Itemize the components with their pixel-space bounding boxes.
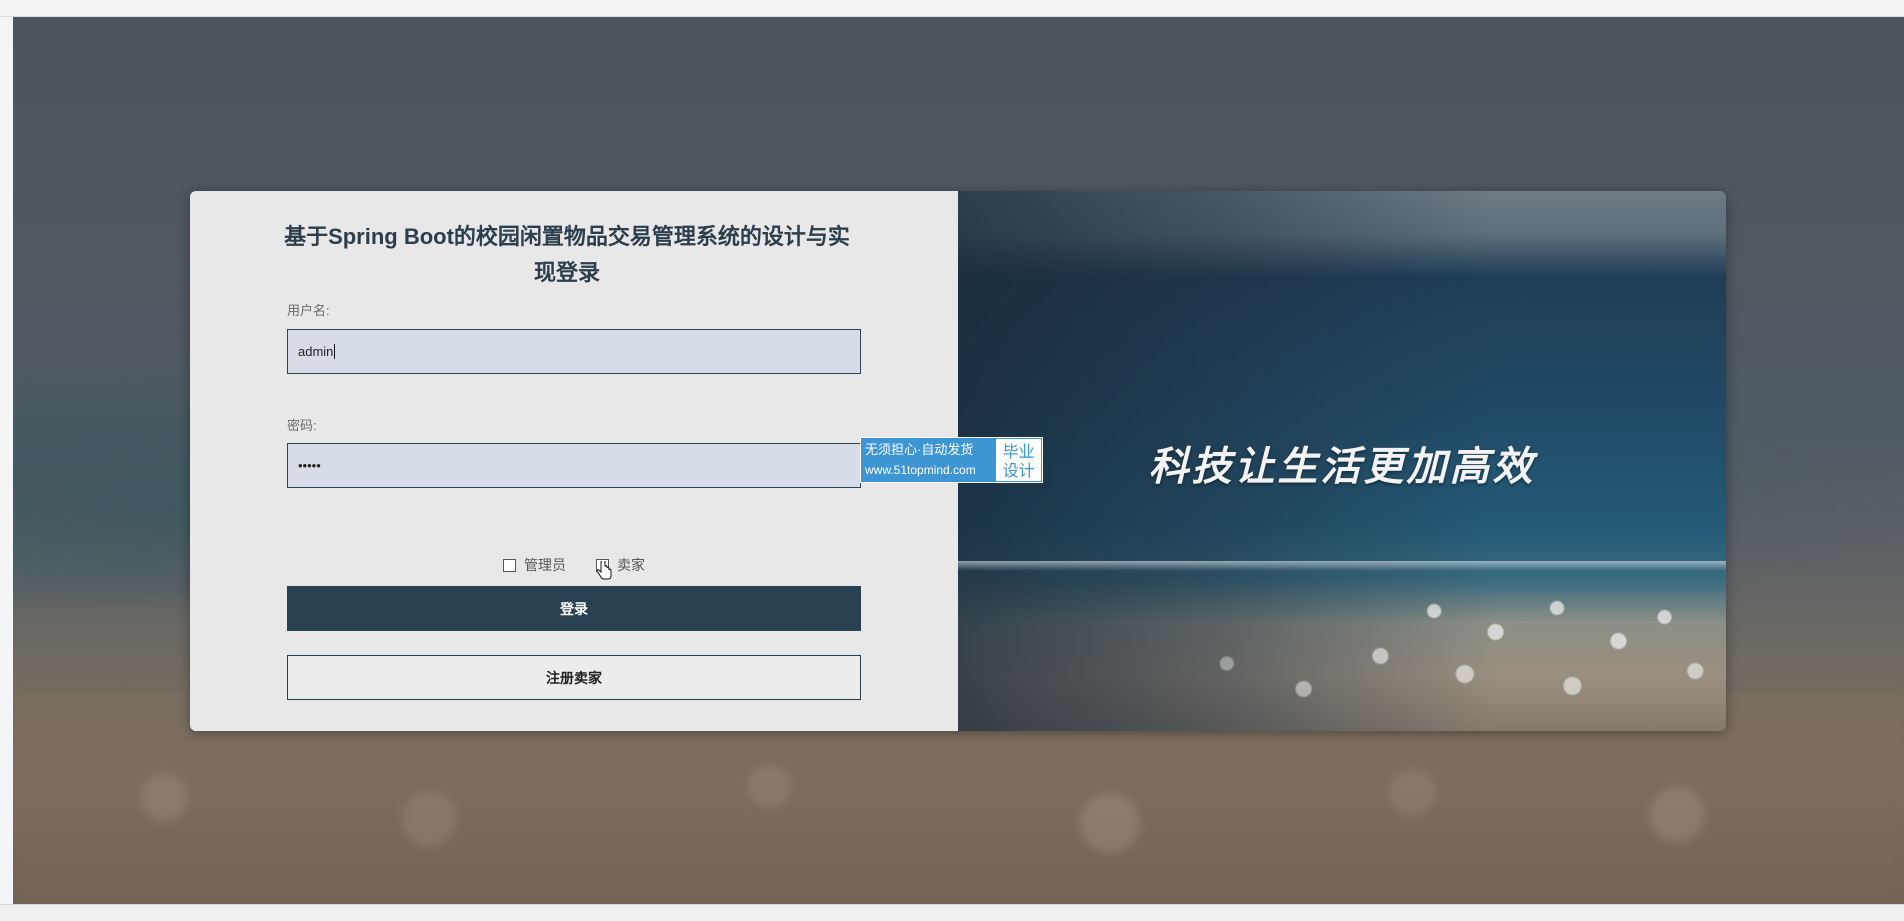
checkbox-icon[interactable] — [503, 558, 516, 572]
watermark-line2: www.51topmind.com — [865, 463, 976, 477]
username-label: 用户名: — [287, 303, 330, 318]
banner-image: 科技让生活更加高效 — [958, 191, 1726, 731]
banner-slogan: 科技让生活更加高效 — [1148, 445, 1536, 489]
watermark-side: 毕业设计 — [996, 439, 1041, 481]
password-input[interactable]: ••••• — [287, 443, 861, 488]
page-title: 基于Spring Boot的校园闲置物品交易管理系统的设计与实现登录 — [284, 224, 850, 285]
login-form-panel: 基于Spring Boot的校园闲置物品交易管理系统的设计与实现登录 用户名: … — [190, 191, 958, 731]
password-label: 密码: — [287, 418, 317, 433]
watermark-badge: 无须担心·自动发货 www.51topmind.com 毕业设计 — [860, 437, 1043, 483]
password-value: ••••• — [298, 458, 321, 473]
role-selector: 管理员 卖家 — [287, 555, 861, 575]
role-admin-label: 管理员 — [524, 557, 566, 573]
username-input[interactable]: admin — [287, 329, 861, 374]
login-button[interactable]: 登录 — [287, 586, 861, 631]
username-value: admin — [298, 344, 334, 359]
browser-bottom-strip — [0, 904, 1904, 921]
role-admin-checkbox[interactable]: 管理员 — [503, 555, 566, 575]
register-seller-button[interactable]: 注册卖家 — [287, 655, 861, 700]
text-caret — [334, 344, 336, 359]
role-seller-label: 卖家 — [617, 557, 645, 573]
browser-top-strip — [0, 0, 1904, 17]
hand-cursor-icon — [596, 561, 612, 580]
watermark-line1: 无须担心·自动发货 — [865, 442, 974, 457]
